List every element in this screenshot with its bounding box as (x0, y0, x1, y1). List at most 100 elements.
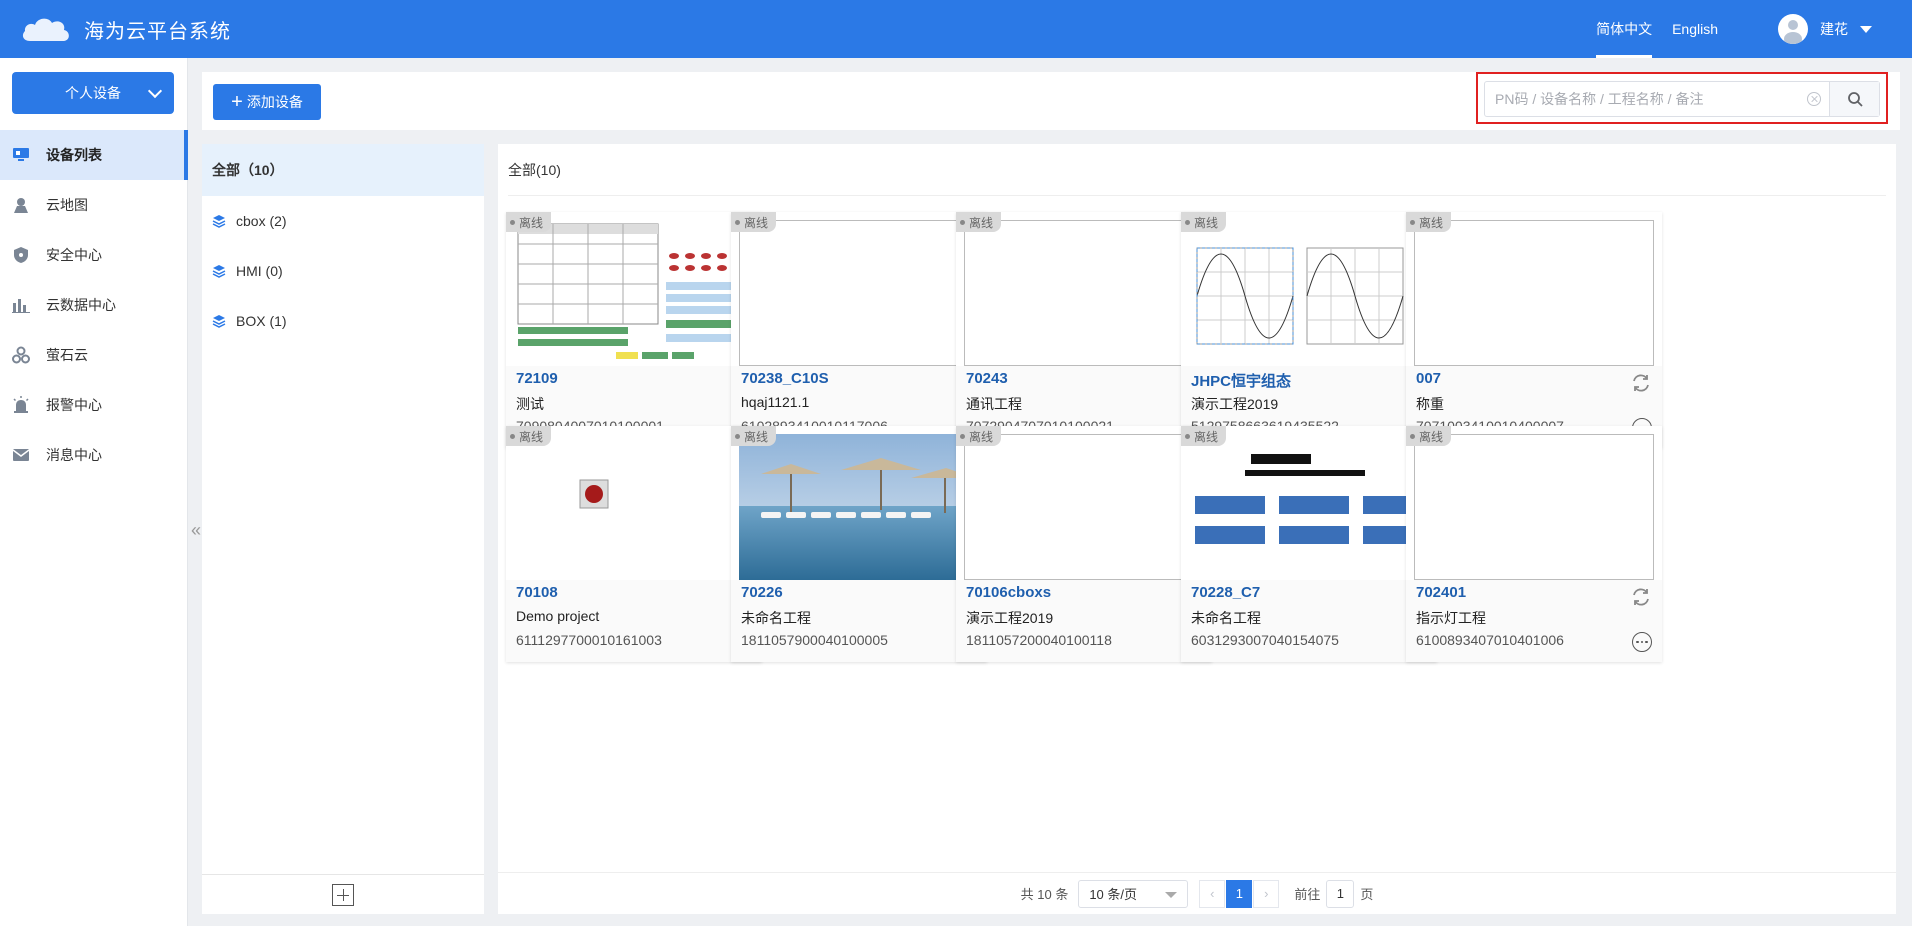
add-device-label: 添加设备 (246, 94, 303, 110)
map-pin-icon (12, 196, 30, 214)
device-name[interactable]: 70106cboxs (966, 584, 1051, 601)
add-group-icon[interactable] (332, 883, 354, 906)
personal-device-dropdown[interactable]: 个人设备 (12, 72, 174, 114)
more-options-icon[interactable] (1632, 632, 1652, 652)
group-item-hmi[interactable]: HMI (0) (202, 246, 484, 296)
search-button[interactable] (1829, 82, 1879, 116)
device-card[interactable]: 离线 70106cboxs 演示工程2019 1811057200040100118 (956, 426, 1212, 662)
toolbar: + 添加设备 (202, 72, 1900, 130)
thumbnail-beach-photo (739, 434, 979, 580)
status-label: 离线 (1194, 215, 1219, 230)
device-pn: 6100893407010401006 (1416, 632, 1564, 648)
device-thumbnail[interactable] (956, 426, 1212, 580)
sidebar-item-cloud-data[interactable]: 云数据中心 (0, 280, 188, 330)
device-card[interactable]: 离线72109测试7090804007010100001 (506, 212, 762, 448)
sidebar-item-device-list[interactable]: 设备列表 (0, 130, 188, 180)
user-menu[interactable]: 建花 (1778, 14, 1872, 44)
ezviz-icon (12, 346, 30, 364)
device-name[interactable]: JHPC恒宇组态 (1191, 370, 1291, 391)
sidebar-item-security[interactable]: 安全中心 (0, 230, 188, 280)
device-project: 通讯工程 (966, 396, 1022, 412)
thumbnail-frame (1414, 434, 1654, 580)
device-card[interactable]: 离线 70228_C7 未命名工程 6031293007040154075 (1181, 426, 1437, 662)
layers-icon (212, 265, 226, 278)
next-page-button[interactable]: › (1253, 879, 1280, 908)
device-project: 未命名工程 (1191, 610, 1261, 626)
group-label: HMI (0) (236, 263, 283, 279)
device-name[interactable]: 72109 (516, 370, 558, 387)
device-area: 全部(10) 离线72109测试7090804007010100001离线702… (498, 144, 1896, 914)
status-badge: 离线 (1406, 426, 1452, 446)
device-thumbnail[interactable] (956, 212, 1212, 366)
lang-zh-link[interactable]: 简体中文 (1596, 0, 1653, 58)
status-badge: 离线 (731, 212, 777, 232)
refresh-icon[interactable] (1630, 372, 1652, 394)
device-card[interactable]: 离线007称重7071003410010400007 (1406, 212, 1662, 448)
prev-page-button[interactable]: ‹ (1199, 879, 1226, 908)
device-thumbnail[interactable] (1406, 426, 1662, 580)
device-project: 测试 (516, 396, 544, 412)
thumbnail-frame (964, 220, 1204, 366)
add-device-button[interactable]: + 添加设备 (213, 84, 321, 120)
status-dot-icon (1410, 433, 1415, 439)
device-name[interactable]: 70243 (966, 370, 1008, 387)
device-name[interactable]: 70226 (741, 584, 783, 601)
device-thumbnail[interactable] (1181, 426, 1437, 580)
refresh-icon[interactable] (1630, 586, 1652, 608)
group-label: 全部（10） (212, 162, 284, 178)
status-badge: 离线 (1181, 212, 1227, 232)
device-card[interactable]: 离线 70108 Demo project 6111297700010161003 (506, 426, 762, 662)
status-label: 离线 (969, 429, 994, 444)
group-item-all[interactable]: 全部（10） (202, 144, 484, 196)
goto-page-input[interactable]: 1 (1326, 879, 1355, 908)
sidebar-item-ezviz[interactable]: 萤石云 (0, 330, 188, 380)
status-label: 离线 (969, 215, 994, 230)
sidebar-item-label: 设备列表 (46, 147, 102, 163)
status-label: 离线 (519, 429, 544, 444)
device-name[interactable]: 70228_C7 (1191, 584, 1260, 601)
device-name[interactable]: 007 (1416, 370, 1441, 387)
search-input[interactable] (1485, 82, 1807, 116)
device-card[interactable]: 离线70238_C10Shqaj1121.1610289341001011700… (731, 212, 987, 448)
status-dot-icon (960, 433, 965, 439)
device-card[interactable]: 离线 70226 未命名工程 1811057900040100005 (731, 426, 987, 662)
app-title: 海为云平台系统 (84, 20, 231, 43)
device-card[interactable]: 离线70243通讯工程7072904707010100021 (956, 212, 1212, 448)
device-thumbnail[interactable] (1181, 212, 1437, 366)
device-thumbnail[interactable] (731, 426, 987, 580)
status-label: 离线 (1194, 429, 1219, 444)
sidebar-item-label: 报警中心 (46, 397, 102, 413)
status-dot-icon (1185, 219, 1190, 225)
device-thumbnail[interactable] (731, 212, 987, 366)
device-project: Demo project (516, 608, 600, 624)
group-item-cbox[interactable]: cbox (2) (202, 196, 484, 246)
shield-icon (12, 246, 30, 264)
device-project: 未命名工程 (741, 610, 811, 626)
device-name[interactable]: 702401 (1416, 584, 1466, 601)
sidebar-item-cloud-map[interactable]: 云地图 (0, 180, 188, 230)
logo[interactable]: 海为云平台系统 (20, 15, 231, 44)
lang-en-link[interactable]: English (1672, 0, 1718, 58)
sidebar: 个人设备 设备列表 云地图 安全中心 云数据中心 萤石云 报警中心 消息中心 (0, 58, 188, 926)
group-item-box[interactable]: BOX (1) (202, 296, 484, 346)
layers-icon (212, 315, 226, 328)
device-name[interactable]: 70108 (516, 584, 558, 601)
sidebar-item-label: 消息中心 (46, 447, 102, 463)
device-card[interactable]: 离线 702401 指示灯工程 6100893407010401006 (1406, 426, 1662, 662)
page-size-select[interactable]: 10 条/页 (1078, 879, 1189, 908)
page-number-current[interactable]: 1 (1226, 879, 1253, 908)
device-pn: 6111297700010161003 (516, 632, 662, 648)
device-thumbnail[interactable] (506, 212, 762, 366)
device-thumbnail[interactable] (506, 426, 762, 580)
sidebar-item-message[interactable]: 消息中心 (0, 430, 188, 480)
clear-icon[interactable] (1807, 92, 1821, 106)
status-label: 离线 (519, 215, 544, 230)
device-name[interactable]: 70238_C10S (741, 370, 829, 387)
sidebar-item-label: 萤石云 (46, 347, 88, 363)
device-thumbnail[interactable] (1406, 212, 1662, 366)
sidebar-item-alarm[interactable]: 报警中心 (0, 380, 188, 430)
chevron-down-icon (1165, 891, 1178, 898)
device-card[interactable]: 离线JHPC恒宇组态演示工程20195129758663619435522 (1181, 212, 1437, 448)
status-badge: 离线 (731, 426, 777, 446)
thumbnail-frame (739, 220, 979, 366)
